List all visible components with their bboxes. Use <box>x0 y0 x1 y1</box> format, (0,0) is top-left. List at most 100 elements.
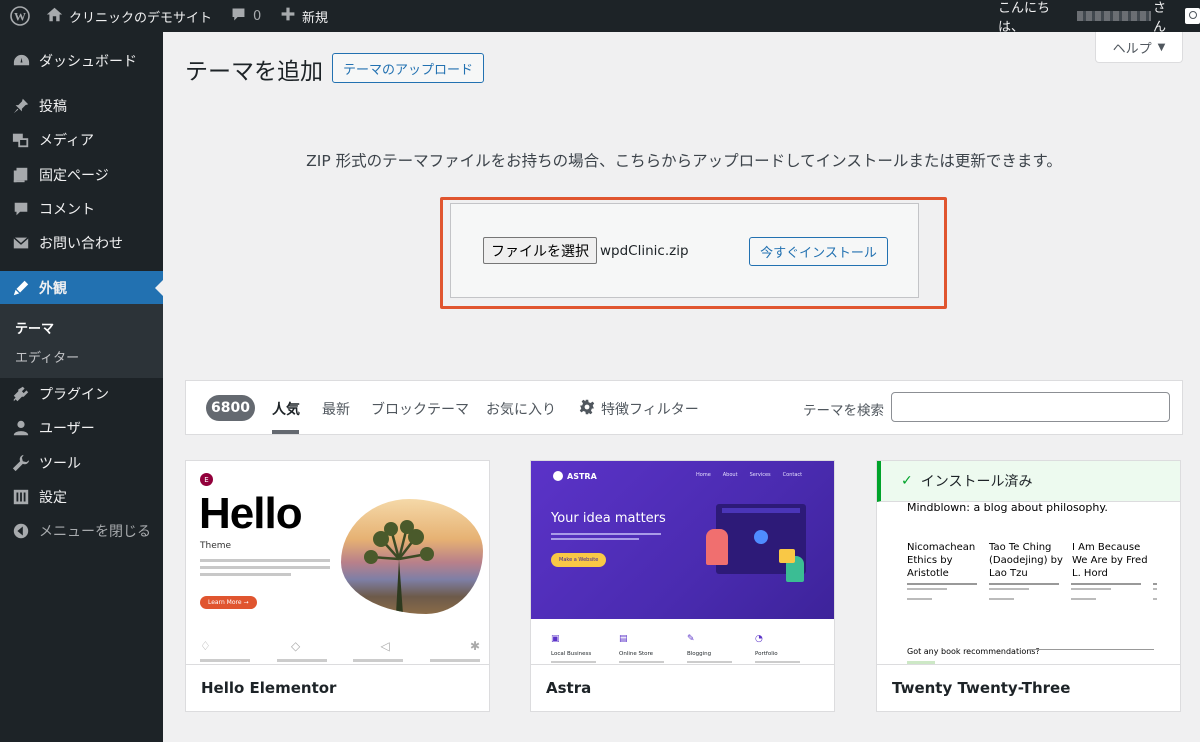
astra-cta: Make a Website <box>551 553 607 567</box>
preview-footer-line <box>1029 649 1154 650</box>
sidebar-item-media[interactable]: メディア <box>0 123 163 157</box>
preview-feature-lines <box>200 659 480 662</box>
comment-icon <box>11 199 31 219</box>
svg-text:W: W <box>14 10 26 24</box>
sidebar-item-appearance[interactable]: 外観 <box>0 271 163 305</box>
sidebar-item-tools[interactable]: ツール <box>0 446 163 480</box>
dashboard-icon <box>11 51 31 71</box>
nav-item: Home <box>696 472 711 478</box>
preview-button: Learn More → <box>200 596 257 609</box>
astra-hero: ASTRA Home About Services Contact Your i… <box>531 461 834 619</box>
highlight-frame <box>440 197 947 309</box>
search-label: テーマを検索 <box>803 403 884 419</box>
sidebar-item-label: メディア <box>39 133 95 149</box>
theme-card-hello-elementor[interactable]: E Hello Theme Learn More → ♢ ◇ ◁ ✱ Hello El… <box>185 460 490 712</box>
filter-tab-latest[interactable]: 最新 <box>322 399 350 419</box>
sidebar-item-label: 固定ページ <box>39 168 109 184</box>
sidebar-item-label: プラグイン <box>39 387 109 403</box>
sidebar-item-label: 外観 <box>39 281 67 297</box>
theme-name: Astra <box>531 664 834 711</box>
feature-icon: ✎ <box>687 634 695 644</box>
feature-label: Blogging <box>687 651 712 657</box>
astra-logo: ASTRA <box>553 471 597 481</box>
appearance-icon <box>11 278 31 298</box>
feature-label: Local Business <box>551 651 592 657</box>
submenu-item-themes[interactable]: テーマ <box>15 318 54 337</box>
sidebar-item-users[interactable]: ユーザー <box>0 411 163 445</box>
desert-photo <box>341 499 483 614</box>
user-icon <box>11 418 31 438</box>
current-menu-arrow <box>155 280 163 296</box>
theme-search-input[interactable] <box>891 392 1170 422</box>
sidebar-item-settings[interactable]: 設定 <box>0 480 163 514</box>
help-tab-button[interactable]: ヘルプ ▼ <box>1095 32 1183 63</box>
sidebar-item-label: ダッシュボード <box>39 54 137 70</box>
preview-post-excerpts <box>907 583 1157 600</box>
page-title: テーマを追加 <box>185 59 323 85</box>
theme-filter-bar: 6800 人気 最新 ブロックテーマ お気に入り 特徴フィルター テーマを検索 <box>185 380 1183 435</box>
feature-filter-button[interactable]: 特徴フィルター <box>579 399 699 419</box>
preview-footer: Got any book recommendations? <box>907 647 1040 656</box>
wrench-icon <box>11 453 31 473</box>
wordpress-logo-icon[interactable]: W <box>10 0 30 32</box>
sidebar-item-comments[interactable]: コメント <box>0 192 163 226</box>
filter-tab-block-themes[interactable]: ブロックテーマ <box>371 399 469 419</box>
astra-text-lines <box>551 533 661 540</box>
new-label: 新規 <box>302 10 329 26</box>
preview-text-lines <box>200 559 330 576</box>
sidebar-item-label: ユーザー <box>39 421 95 437</box>
triangle-down-icon: ▼ <box>1157 41 1166 53</box>
checkmark-icon: ✓ <box>901 473 913 489</box>
comment-bubble-icon <box>230 6 247 27</box>
astra-card <box>779 549 795 563</box>
feature-icon: ▤ <box>619 634 628 644</box>
installed-label: インストール済み <box>920 474 1033 490</box>
media-icon <box>11 130 31 150</box>
sidebar-item-posts[interactable]: 投稿 <box>0 89 163 123</box>
appearance-submenu: テーマ エディター <box>0 304 163 378</box>
theme-screenshot: ASTRA Home About Services Contact Your i… <box>531 461 834 664</box>
preview-post-title: I Am Because We Are by Fred L. Hord <box>1072 542 1148 579</box>
page-icon <box>11 165 31 185</box>
theme-name: Twenty Twenty-Three <box>877 664 1180 711</box>
theme-card-twenty-twenty-three[interactable]: ✓ インストール済み Mindblown: a blog about philo… <box>876 460 1181 712</box>
elementor-logo-icon: E <box>200 473 213 486</box>
collapse-menu-button[interactable]: メニューを閉じる <box>0 514 163 548</box>
admin-sidebar: ダッシュボード 投稿 メディア 固定ページ コメント お問い合わせ 外観 テーマ… <box>0 32 163 742</box>
site-name: クリニックのデモサイト <box>69 10 213 26</box>
help-label: ヘルプ <box>1112 41 1152 57</box>
sidebar-item-contact[interactable]: お問い合わせ <box>0 226 163 260</box>
astra-logo-icon <box>553 471 563 481</box>
sidebar-item-dashboard[interactable]: ダッシュボード <box>0 44 163 78</box>
astra-figure-left <box>706 529 728 565</box>
pin-icon <box>11 96 31 116</box>
nav-item: Services <box>749 472 771 478</box>
upload-theme-button[interactable]: テーマのアップロード <box>332 53 484 83</box>
sidebar-item-label: 投稿 <box>39 99 67 115</box>
preview-headline: Mindblown: a blog about philosophy. <box>907 501 1108 514</box>
plugin-icon <box>11 384 31 404</box>
sidebar-item-label: コメント <box>39 202 95 218</box>
sidebar-item-plugins[interactable]: プラグイン <box>0 377 163 411</box>
preview-title: Hello <box>199 489 303 538</box>
comments-count: 0 <box>253 8 262 24</box>
sidebar-item-label: 設定 <box>39 490 67 506</box>
mail-icon <box>11 233 31 253</box>
comments-link[interactable]: 0 <box>230 0 261 32</box>
sidebar-item-pages[interactable]: 固定ページ <box>0 158 163 192</box>
theme-screenshot: E Hello Theme Learn More → ♢ ◇ ◁ ✱ <box>186 461 489 664</box>
sidebar-item-label: メニューを閉じる <box>39 524 151 540</box>
installed-notice: ✓ インストール済み <box>877 461 1180 502</box>
preview-post-title: Nicomachean Ethics by Aristotle <box>907 542 976 579</box>
preview-post-title: Tao Te Ching (Daodejing) by Lao Tzu <box>989 542 1063 579</box>
site-name-link[interactable]: クリニックのデモサイト <box>46 0 212 32</box>
new-content-link[interactable]: 新規 <box>280 0 328 32</box>
preview-subtitle: Theme <box>200 541 232 551</box>
filter-tab-popular[interactable]: 人気 <box>272 399 300 419</box>
account-menu[interactable]: こんにちは、 さん <box>998 0 1200 35</box>
theme-card-astra[interactable]: ASTRA Home About Services Contact Your i… <box>530 460 835 712</box>
submenu-item-editor[interactable]: エディター <box>15 347 79 366</box>
filter-tab-favorites[interactable]: お気に入り <box>486 399 556 419</box>
theme-screenshot: ✓ インストール済み Mindblown: a blog about philo… <box>877 461 1180 664</box>
admin-bar: W クリニックのデモサイト 0 新規 こんにちは、 さん <box>0 0 1200 35</box>
